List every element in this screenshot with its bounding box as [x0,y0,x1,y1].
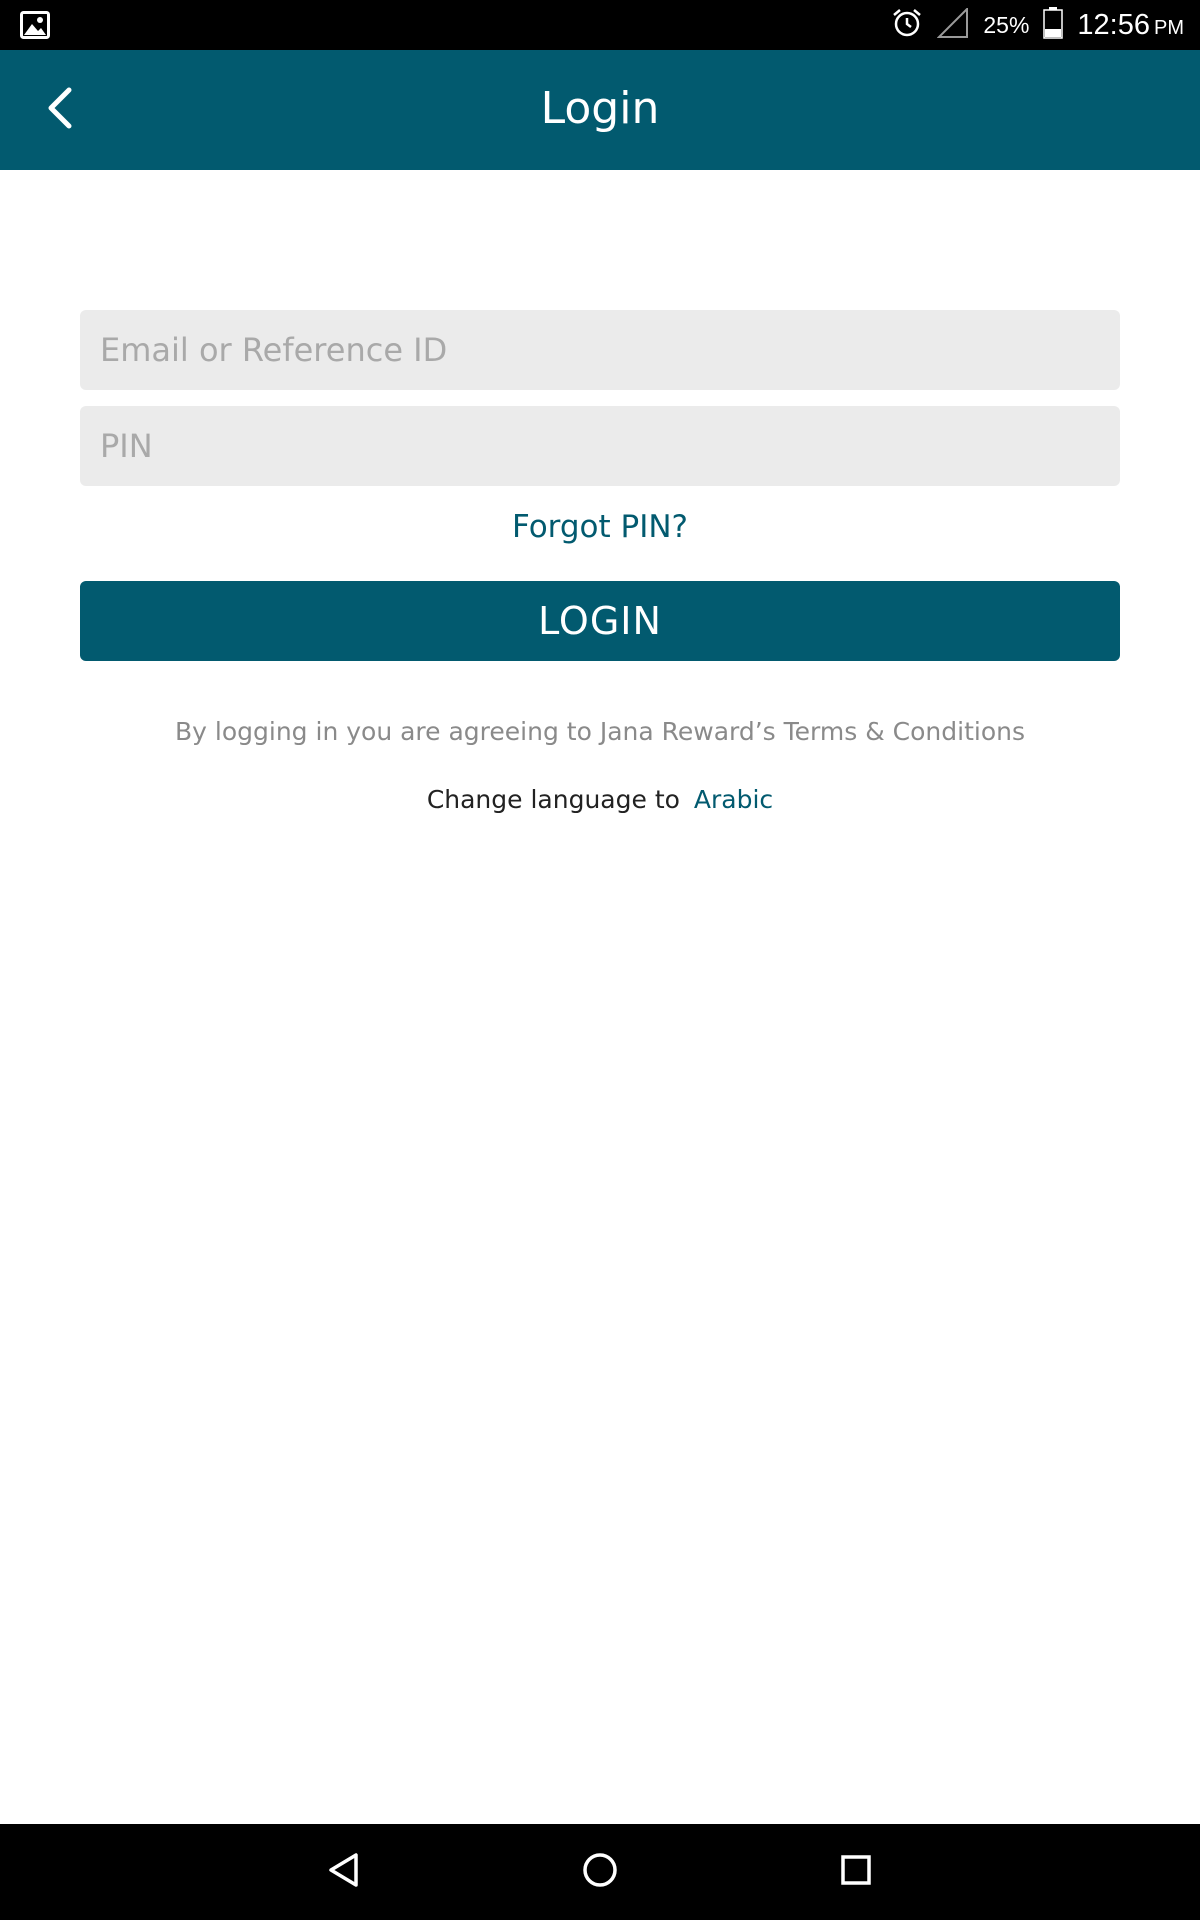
email-field[interactable] [80,310,1120,390]
home-circle-icon [580,1850,620,1895]
app-bar: Login [0,50,1200,170]
recents-square-icon [836,1850,876,1895]
back-button[interactable] [30,80,90,140]
alarm-icon [891,7,923,44]
terms-text: By logging in you are agreeing to Jana R… [175,717,1025,746]
back-triangle-icon [324,1850,364,1895]
navigation-bar [0,1824,1200,1920]
chevron-left-icon [43,86,77,135]
clock-time: 12:56 [1077,8,1150,41]
page-title: Login [540,83,660,134]
language-row: Change language to Arabic [0,778,1200,822]
forgot-pin-link[interactable]: Forgot PIN? [0,502,1200,552]
nav-back-button[interactable] [314,1842,374,1902]
battery-icon [1043,6,1064,44]
login-button[interactable]: LOGIN [80,581,1120,661]
language-label: Change language to [426,785,680,814]
pin-field[interactable] [80,406,1120,486]
language-arabic-link[interactable]: Arabic [694,785,773,814]
status-bar: 25% 12:56 PM [0,0,1200,50]
clock-ampm: PM [1154,16,1184,39]
gallery-icon [20,11,50,39]
status-right-group: 25% 12:56 PM [877,0,1184,50]
nav-recents-button[interactable] [826,1842,886,1902]
signal-icon [936,6,969,43]
clock: 12:56 PM [1077,9,1184,42]
nav-home-button[interactable] [570,1842,630,1902]
battery-percent: 25% [983,11,1030,38]
